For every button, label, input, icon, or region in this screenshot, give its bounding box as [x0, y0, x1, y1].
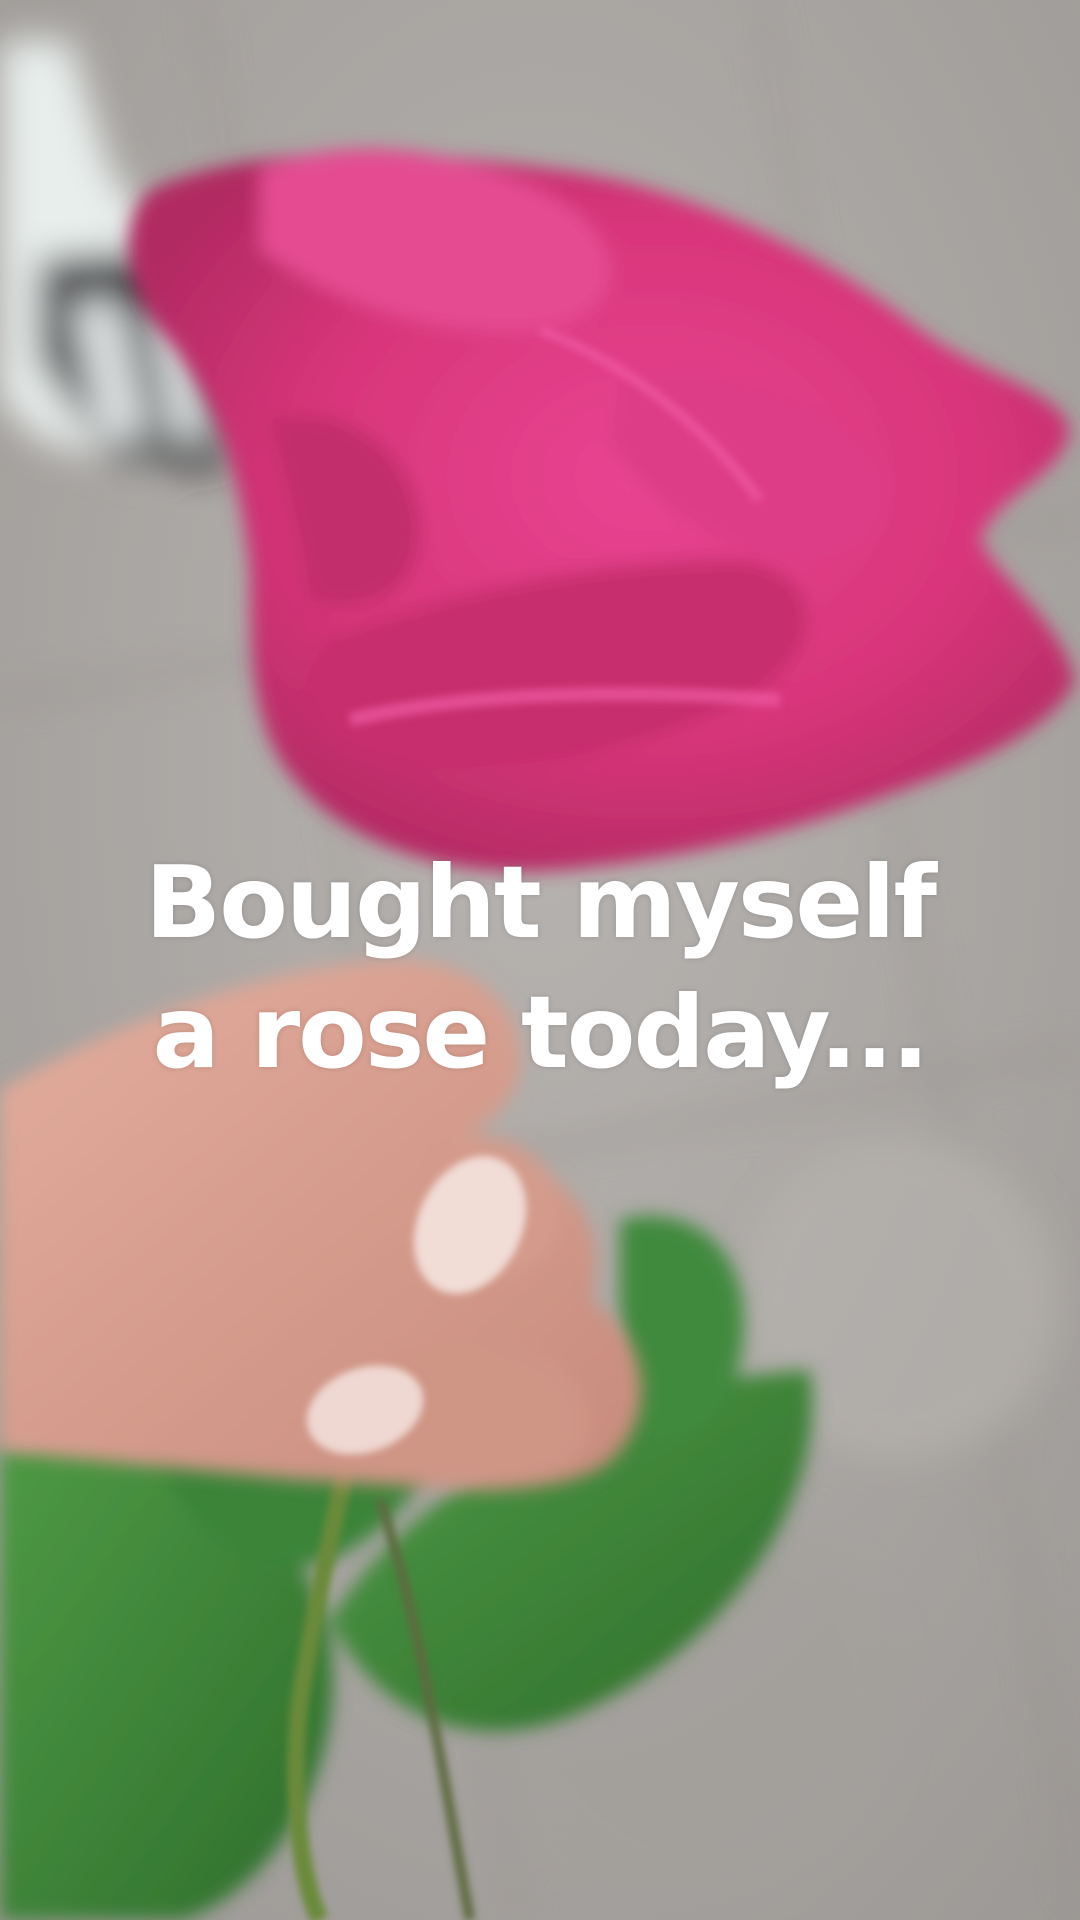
caption-text: Bought myself a rose today... [0, 838, 1080, 1098]
video-frame: Bought myself a rose today... [0, 0, 1080, 1920]
caption-line-1: Bought myself [144, 844, 937, 961]
caption-line-2: a rose today... [152, 974, 930, 1091]
